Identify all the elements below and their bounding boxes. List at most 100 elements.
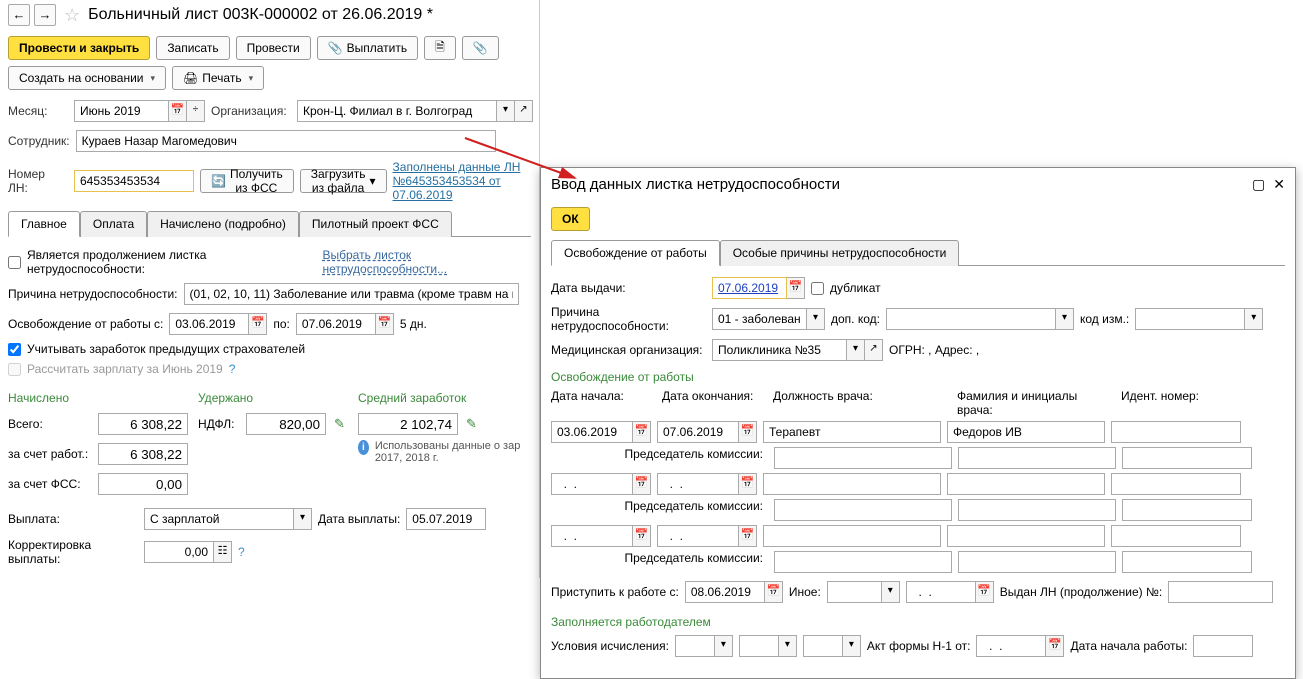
employer-value[interactable] xyxy=(98,443,188,465)
back-button[interactable]: ← xyxy=(8,4,30,26)
period1-ident[interactable] xyxy=(1111,421,1241,443)
period1-position[interactable] xyxy=(763,421,941,443)
calendar-icon[interactable]: 📅 xyxy=(739,421,757,443)
doc-icon-button[interactable]: 🗎 xyxy=(424,36,456,60)
close-icon[interactable]: ✕ xyxy=(1273,176,1285,193)
cond1-input[interactable] xyxy=(675,635,715,657)
tab-accrued[interactable]: Начислено (подробно) xyxy=(147,211,299,237)
dropdown-icon[interactable]: ▾ xyxy=(779,635,797,657)
submit-close-button[interactable]: Провести и закрыть xyxy=(8,36,150,60)
dropdown-icon[interactable]: ▾ xyxy=(843,635,861,657)
dropdown-icon[interactable]: ▾ xyxy=(294,508,312,530)
calendar-icon[interactable]: 📅 xyxy=(633,473,651,495)
period2-start[interactable] xyxy=(551,473,633,495)
period1-doctor[interactable] xyxy=(947,421,1105,443)
chairman2-name[interactable] xyxy=(958,499,1116,521)
chairman3-ident[interactable] xyxy=(1122,551,1252,573)
choose-sheet-link[interactable]: Выбрать листок нетрудоспособности... xyxy=(322,248,531,276)
period3-ident[interactable] xyxy=(1111,525,1241,547)
release-to-input[interactable] xyxy=(296,313,376,335)
dialog-tab-release[interactable]: Освобождение от работы xyxy=(551,240,720,266)
correction-input[interactable] xyxy=(144,541,214,563)
stepper-icon[interactable]: ÷ xyxy=(187,100,205,122)
tab-main[interactable]: Главное xyxy=(8,211,80,237)
open-icon[interactable]: ↗ xyxy=(515,100,533,122)
calendar-icon[interactable]: 📅 xyxy=(249,313,267,335)
org-input[interactable] xyxy=(297,100,497,122)
period3-position[interactable] xyxy=(763,525,941,547)
tab-pilot[interactable]: Пилотный проект ФСС xyxy=(299,211,452,237)
cond2-input[interactable] xyxy=(739,635,779,657)
star-icon[interactable]: ☆ xyxy=(60,5,84,26)
chairman1-ident[interactable] xyxy=(1122,447,1252,469)
issue-date-input[interactable] xyxy=(712,277,787,299)
dlg-reason-input[interactable] xyxy=(712,308,807,330)
period2-position[interactable] xyxy=(763,473,941,495)
chairman3-name[interactable] xyxy=(958,551,1116,573)
create-based-button[interactable]: Создать на основании xyxy=(8,66,166,90)
calendar-icon[interactable]: 📅 xyxy=(1046,635,1064,657)
release-from-input[interactable] xyxy=(169,313,249,335)
other-code-input[interactable] xyxy=(827,581,882,603)
medorg-input[interactable] xyxy=(712,339,847,361)
get-fss-button[interactable]: 🔄 Получить из ФСС xyxy=(200,169,294,193)
pay-button[interactable]: 📎 Выплатить xyxy=(317,36,418,60)
dropdown-icon[interactable]: ▾ xyxy=(497,100,515,122)
total-value[interactable] xyxy=(98,413,188,435)
cond3-input[interactable] xyxy=(803,635,843,657)
chairman1-pos[interactable] xyxy=(774,447,952,469)
calendar-icon[interactable]: 📅 xyxy=(739,473,757,495)
continuation-checkbox[interactable] xyxy=(8,256,21,269)
period1-end[interactable] xyxy=(657,421,739,443)
chairman1-name[interactable] xyxy=(958,447,1116,469)
act-date-input[interactable] xyxy=(976,635,1046,657)
calendar-icon[interactable]: 📅 xyxy=(169,100,187,122)
edit-icon[interactable]: ✎ xyxy=(466,416,477,432)
period1-start[interactable] xyxy=(551,421,633,443)
period3-doctor[interactable] xyxy=(947,525,1105,547)
fss-pay-value[interactable] xyxy=(98,473,188,495)
dropdown-icon[interactable]: ▾ xyxy=(882,581,900,603)
save-button[interactable]: Записать xyxy=(156,36,229,60)
consider-prev-checkbox[interactable] xyxy=(8,343,21,356)
window-maximize-icon[interactable]: ▢ xyxy=(1252,176,1265,193)
tab-payment[interactable]: Оплата xyxy=(80,211,147,237)
attach-icon-button[interactable]: 📎 xyxy=(462,36,499,60)
help-icon[interactable]: ? xyxy=(238,545,245,559)
other-date-input[interactable] xyxy=(906,581,976,603)
ndfl-value[interactable] xyxy=(246,413,326,435)
open-icon[interactable]: ↗ xyxy=(865,339,883,361)
period2-end[interactable] xyxy=(657,473,739,495)
duplicate-checkbox[interactable] xyxy=(811,282,824,295)
employee-input[interactable] xyxy=(76,130,496,152)
ln-number-input[interactable] xyxy=(74,170,194,192)
chairman2-pos[interactable] xyxy=(774,499,952,521)
period2-doctor[interactable] xyxy=(947,473,1105,495)
forward-button[interactable]: → xyxy=(34,4,56,26)
calendar-icon[interactable]: 📅 xyxy=(765,581,783,603)
submit-button[interactable]: Провести xyxy=(236,36,311,60)
help-icon[interactable]: ? xyxy=(229,362,236,376)
month-input[interactable] xyxy=(74,100,169,122)
calendar-icon[interactable]: 📅 xyxy=(633,421,651,443)
dropdown-icon[interactable]: ▾ xyxy=(1056,308,1074,330)
chairman2-ident[interactable] xyxy=(1122,499,1252,521)
chgcode-input[interactable] xyxy=(1135,308,1245,330)
dialog-tab-special[interactable]: Особые причины нетрудоспособности xyxy=(720,240,960,266)
payment-date-input[interactable] xyxy=(406,508,486,530)
calendar-icon[interactable]: 📅 xyxy=(976,581,994,603)
chairman3-pos[interactable] xyxy=(774,551,952,573)
calendar-icon[interactable]: 📅 xyxy=(633,525,651,547)
calendar-icon[interactable]: 📅 xyxy=(376,313,394,335)
print-button[interactable]: 🖨 Печать xyxy=(172,66,264,90)
calendar-icon[interactable]: 📅 xyxy=(787,277,805,299)
period3-end[interactable] xyxy=(657,525,739,547)
period2-ident[interactable] xyxy=(1111,473,1241,495)
dropdown-icon[interactable]: ▾ xyxy=(1245,308,1263,330)
addcode-input[interactable] xyxy=(886,308,1056,330)
work-start-input[interactable] xyxy=(1193,635,1253,657)
ok-button[interactable]: ОК xyxy=(551,207,590,231)
period3-start[interactable] xyxy=(551,525,633,547)
return-date-input[interactable] xyxy=(685,581,765,603)
dropdown-icon[interactable]: ▾ xyxy=(847,339,865,361)
